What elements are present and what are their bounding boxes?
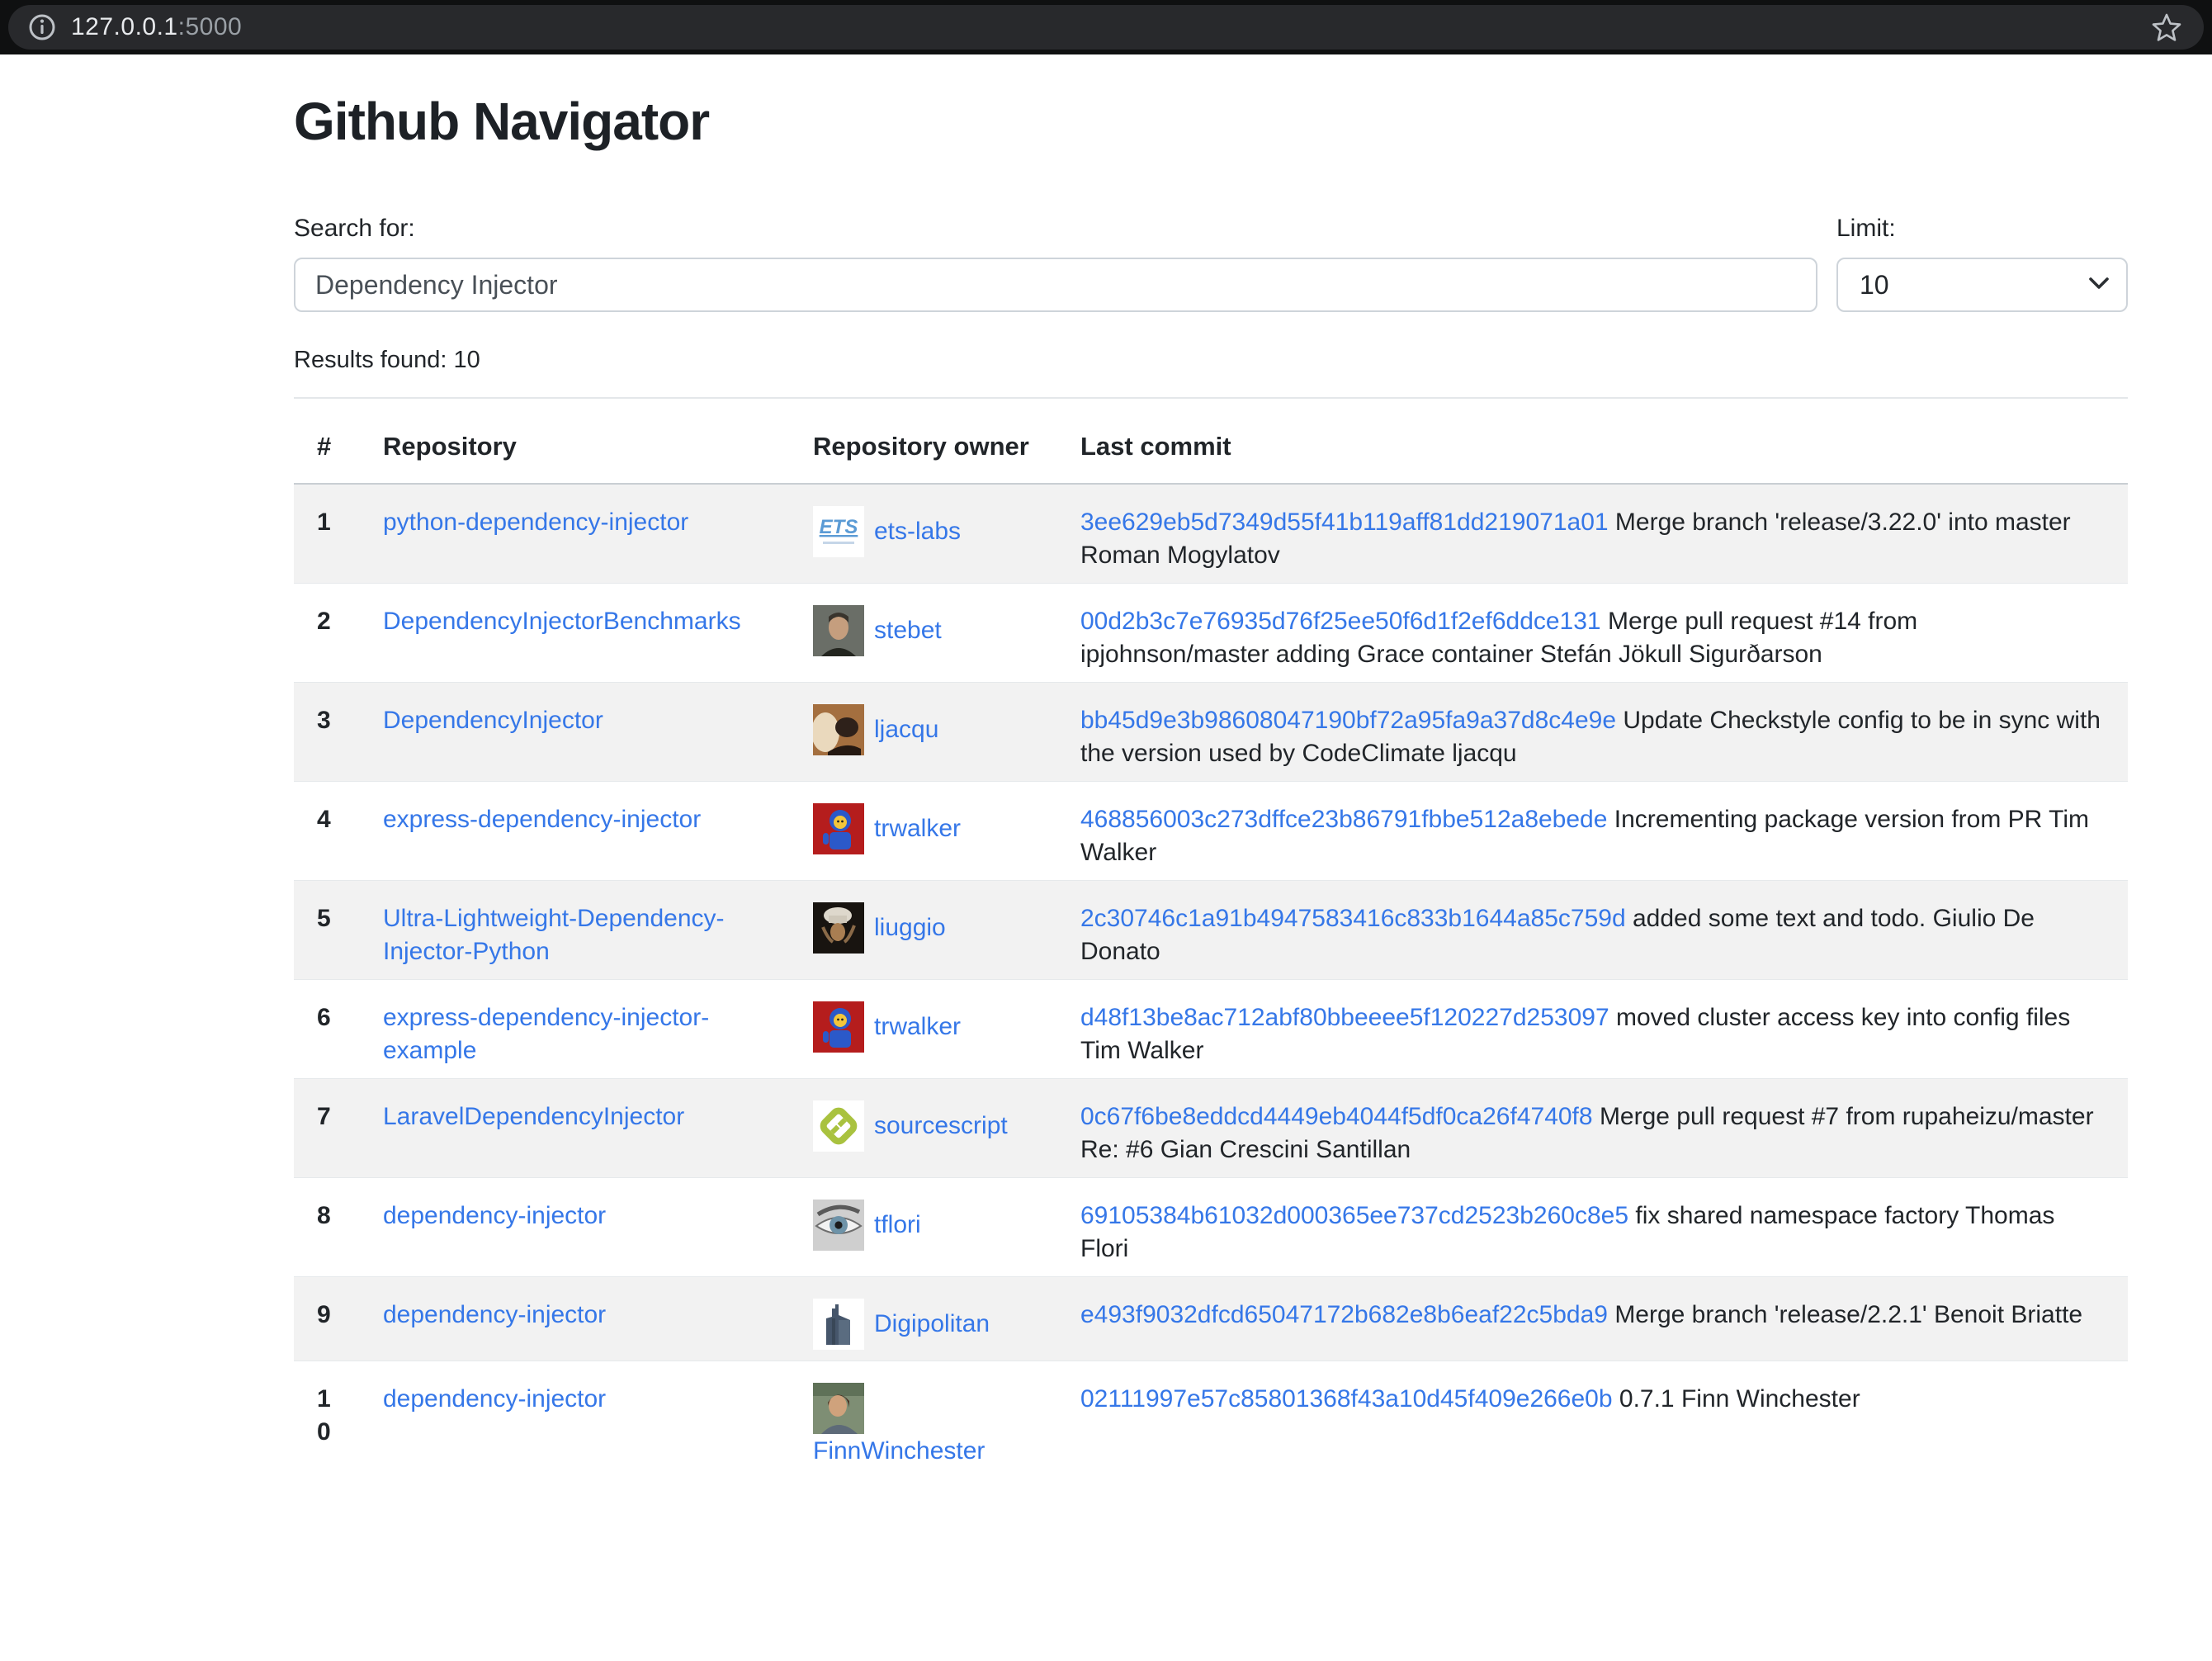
owner-link[interactable]: tflori xyxy=(874,1211,921,1238)
commit-hash-link[interactable]: 3ee629eb5d7349d55f41b119aff81dd219071a01 xyxy=(1080,509,1609,536)
owner-avatar-cats-photo-icon xyxy=(813,704,864,755)
svg-text:ETS: ETS xyxy=(820,516,858,538)
repo-link[interactable]: express-dependency-injector xyxy=(383,806,701,833)
repo-link[interactable]: dependency-injector xyxy=(383,1385,606,1413)
results-count: Results found: 10 xyxy=(294,347,2128,374)
row-index: 6 xyxy=(294,980,360,1079)
url-address-bar[interactable]: 127.0.0.1:5000 xyxy=(8,5,2204,50)
table-row: 10 dependency-injector FinnWinchester 0211… xyxy=(294,1361,2128,1479)
repo-link[interactable]: LaravelDependencyInjector xyxy=(383,1103,684,1130)
owner-avatar-green-s-logo-icon xyxy=(813,1100,864,1152)
repo-link[interactable]: DependencyInjector xyxy=(383,707,603,734)
owner-avatar-lego-astronaut-icon xyxy=(813,803,864,854)
owner-link[interactable]: trwalker xyxy=(874,815,961,842)
search-field-group: Search for: xyxy=(294,215,1817,312)
commit-hash-link[interactable]: d48f13be8ac712abf80bbeeee5f120227d253097 xyxy=(1080,1004,1609,1031)
row-index: 5 xyxy=(294,881,360,980)
column-header: Repository xyxy=(360,399,790,484)
repo-link[interactable]: Ultra-Lightweight-Dependency-Injector-Py… xyxy=(383,905,725,965)
table-row: 6 express-dependency-injector-example trw… xyxy=(294,980,2128,1079)
limit-field-group: Limit: 10 xyxy=(1836,215,2128,312)
commit-message: 0.7.1 Finn Winchester xyxy=(1619,1385,1860,1413)
owner-link[interactable]: trwalker xyxy=(874,1013,961,1040)
url-text: 127.0.0.1:5000 xyxy=(71,13,242,41)
owner-link[interactable]: sourcescript xyxy=(874,1112,1008,1139)
repo-link[interactable]: express-dependency-injector-example xyxy=(383,1004,709,1064)
commit-message: Merge branch 'release/2.2.1' Benoit Bria… xyxy=(1614,1301,2082,1328)
table-row: 7 LaravelDependencyInjector sourcescript 0… xyxy=(294,1079,2128,1178)
owner-link[interactable]: liuggio xyxy=(874,914,946,941)
commit-hash-link[interactable]: 02111997e57c85801368f43a10d45f409e266e0b xyxy=(1080,1385,1613,1413)
owner-avatar-lego-astronaut-icon xyxy=(813,1001,864,1053)
url-host: 127.0.0.1 xyxy=(71,13,178,40)
owner-avatar-building-logo-icon xyxy=(813,1299,864,1350)
table-row: 3 DependencyInjector ljacqu bb45d9e3b98608… xyxy=(294,683,2128,782)
owner-link[interactable]: Digipolitan xyxy=(874,1310,990,1337)
browser-toolbar: 127.0.0.1:5000 xyxy=(0,0,2212,54)
results-table-body: 1 python-dependency-injector ETS ets-labs… xyxy=(294,484,2128,1479)
commit-hash-link[interactable]: 468856003c273dffce23b86791fbbe512a8ebede xyxy=(1080,806,1607,833)
commit-hash-link[interactable]: bb45d9e3b98608047190bf72a95fa9a37d8c4e9e xyxy=(1080,707,1616,734)
commit-hash-link[interactable]: 00d2b3c7e76935d76f25ee50f6d1f2ef6ddce131 xyxy=(1080,608,1601,635)
owner-link[interactable]: ljacqu xyxy=(874,716,938,743)
owner-link[interactable]: stebet xyxy=(874,617,942,644)
commit-hash-link[interactable]: e493f9032dfcd65047172b682e8b6eaf22c5bda9 xyxy=(1080,1301,1608,1328)
row-index: 3 xyxy=(294,683,360,782)
owner-link[interactable]: FinnWinchester xyxy=(813,1437,985,1465)
results-table: #RepositoryRepository ownerLast commit 1… xyxy=(294,399,2128,1479)
table-row: 9 dependency-injector Digipolitan e493f903… xyxy=(294,1277,2128,1361)
bookmark-star-icon[interactable] xyxy=(2149,10,2184,45)
limit-label: Limit: xyxy=(1836,215,2128,243)
row-index: 2 xyxy=(294,584,360,683)
owner-avatar-outdoor-portrait-icon xyxy=(813,1383,864,1434)
owner-avatar-dark-hat-photo-icon xyxy=(813,902,864,954)
search-input[interactable] xyxy=(294,258,1817,312)
main-content: Github Navigator Search for: Limit: 10 R… xyxy=(294,91,2128,1479)
commit-hash-link[interactable]: 0c67f6be8eddcd4449eb4044f5df0ca26f4740f8 xyxy=(1080,1103,1593,1130)
table-row: 5 Ultra-Lightweight-Dependency-Injector-P… xyxy=(294,881,2128,980)
info-circle-icon[interactable] xyxy=(28,13,56,41)
search-label: Search for: xyxy=(294,215,1817,243)
row-index: 4 xyxy=(294,782,360,881)
table-row: 8 dependency-injector tflori 69105384b6103… xyxy=(294,1178,2128,1277)
table-row: 2 DependencyInjectorBenchmarks stebet 00d2… xyxy=(294,584,2128,683)
owner-avatar-man-portrait-icon xyxy=(813,605,864,656)
commit-hash-link[interactable]: 2c30746c1a91b4947583416c833b1644a85c759d xyxy=(1080,905,1626,932)
owner-avatar-eye-closeup-icon xyxy=(813,1200,864,1251)
repo-link[interactable]: python-dependency-injector xyxy=(383,509,688,536)
table-row: 1 python-dependency-injector ETS ets-labs… xyxy=(294,484,2128,584)
search-form: Search for: Limit: 10 xyxy=(294,215,2128,312)
table-header-row: #RepositoryRepository ownerLast commit xyxy=(294,399,2128,484)
row-index: 1 xyxy=(294,484,360,584)
column-header: Repository owner xyxy=(790,399,1057,484)
row-index: 9 xyxy=(294,1277,360,1361)
owner-avatar-ets-logo-icon: ETS xyxy=(813,506,864,557)
row-index: 8 xyxy=(294,1178,360,1277)
limit-select[interactable]: 10 xyxy=(1836,258,2128,312)
url-port: :5000 xyxy=(178,13,243,40)
page-title: Github Navigator xyxy=(294,91,2128,152)
commit-hash-link[interactable]: 69105384b61032d000365ee737cd2523b260c8e5 xyxy=(1080,1202,1628,1229)
repo-link[interactable]: DependencyInjectorBenchmarks xyxy=(383,608,741,635)
repo-link[interactable]: dependency-injector xyxy=(383,1301,606,1328)
owner-link[interactable]: ets-labs xyxy=(874,518,961,545)
row-index: 10 xyxy=(294,1361,360,1479)
table-row: 4 express-dependency-injector trwalker 468… xyxy=(294,782,2128,881)
repo-link[interactable]: dependency-injector xyxy=(383,1202,606,1229)
column-header: Last commit xyxy=(1057,399,2128,484)
row-index: 7 xyxy=(294,1079,360,1178)
column-header: # xyxy=(294,399,360,484)
